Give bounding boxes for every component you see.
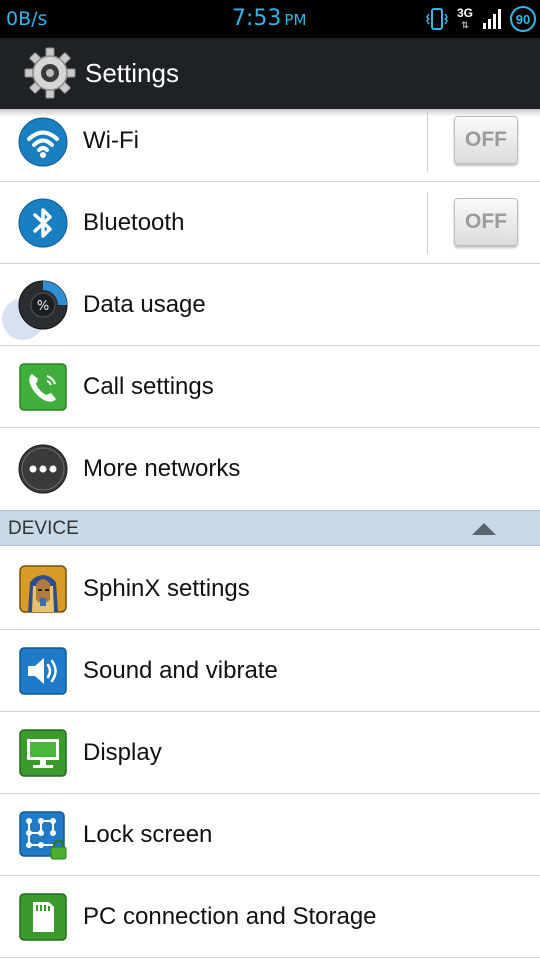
- section-header-device[interactable]: DEVICE: [0, 510, 540, 546]
- settings-item-label: Sound and vibrate: [83, 657, 278, 684]
- vibrate-icon: [426, 7, 448, 31]
- settings-item-label: Display: [83, 739, 162, 766]
- more-dots-icon: [18, 444, 68, 494]
- settings-item-label: Bluetooth: [83, 209, 185, 236]
- phone-icon: [18, 362, 68, 412]
- clock-time: 7:53: [232, 6, 282, 31]
- signal-icon: [482, 8, 504, 30]
- section-title: DEVICE: [8, 518, 79, 539]
- divider: [0, 957, 540, 958]
- settings-item-call-settings[interactable]: Call settings: [0, 346, 540, 428]
- settings-item-label: Wi-Fi: [83, 127, 139, 154]
- speaker-icon: [18, 646, 68, 696]
- monitor-icon: [18, 728, 68, 778]
- toggle-divider: [427, 192, 428, 254]
- settings-item-more-networks[interactable]: More networks: [0, 428, 540, 510]
- status-icons: 3G ⇅ 90: [426, 5, 536, 33]
- settings-item-label: PC connection and Storage: [83, 903, 377, 930]
- data-usage-icon: %: [18, 280, 68, 330]
- bluetooth-icon: [18, 198, 68, 248]
- collapse-arrow-icon[interactable]: [472, 523, 496, 535]
- settings-item-label: SphinX settings: [83, 575, 250, 602]
- battery-icon: 90: [510, 6, 536, 32]
- settings-item-label: Data usage: [83, 291, 206, 318]
- settings-item-label: Lock screen: [83, 821, 213, 848]
- sphinx-icon: [18, 564, 68, 614]
- clock: 7:53 PM: [232, 6, 306, 31]
- status-bar: 0B/s 7:53 PM 3G ⇅ 90: [0, 0, 540, 38]
- network-type: 3G: [456, 6, 473, 20]
- settings-item-display[interactable]: Display: [0, 712, 540, 794]
- wifi-icon: [18, 117, 68, 167]
- settings-gear-icon[interactable]: [24, 47, 76, 99]
- svg-text:%: %: [37, 299, 49, 314]
- clock-ampm: PM: [284, 11, 307, 29]
- data-activity-arrows: ⇅: [461, 20, 469, 30]
- page-title: Settings: [85, 58, 179, 88]
- wifi-toggle[interactable]: OFF: [454, 116, 518, 164]
- settings-item-pc-connection[interactable]: PC connection and Storage: [0, 876, 540, 958]
- lock-pattern-icon: [18, 810, 68, 860]
- settings-item-sound[interactable]: Sound and vibrate: [0, 630, 540, 712]
- bluetooth-toggle[interactable]: OFF: [454, 198, 518, 246]
- network-3g-icon: 3G ⇅: [454, 7, 476, 31]
- sd-card-icon: [18, 892, 68, 942]
- data-rate: 0B/s: [6, 8, 48, 30]
- settings-item-label: More networks: [83, 455, 241, 482]
- toggle-divider: [427, 110, 428, 172]
- settings-item-bluetooth[interactable]: Bluetooth OFF: [0, 182, 540, 264]
- settings-item-wifi[interactable]: Wi-Fi OFF: [0, 100, 540, 182]
- settings-item-label: Call settings: [83, 373, 214, 400]
- settings-item-lock-screen[interactable]: Lock screen: [0, 794, 540, 876]
- action-bar: Settings: [0, 38, 540, 109]
- settings-item-data-usage[interactable]: % Data usage: [0, 264, 540, 346]
- settings-item-sphinx[interactable]: SphinX settings: [0, 547, 540, 629]
